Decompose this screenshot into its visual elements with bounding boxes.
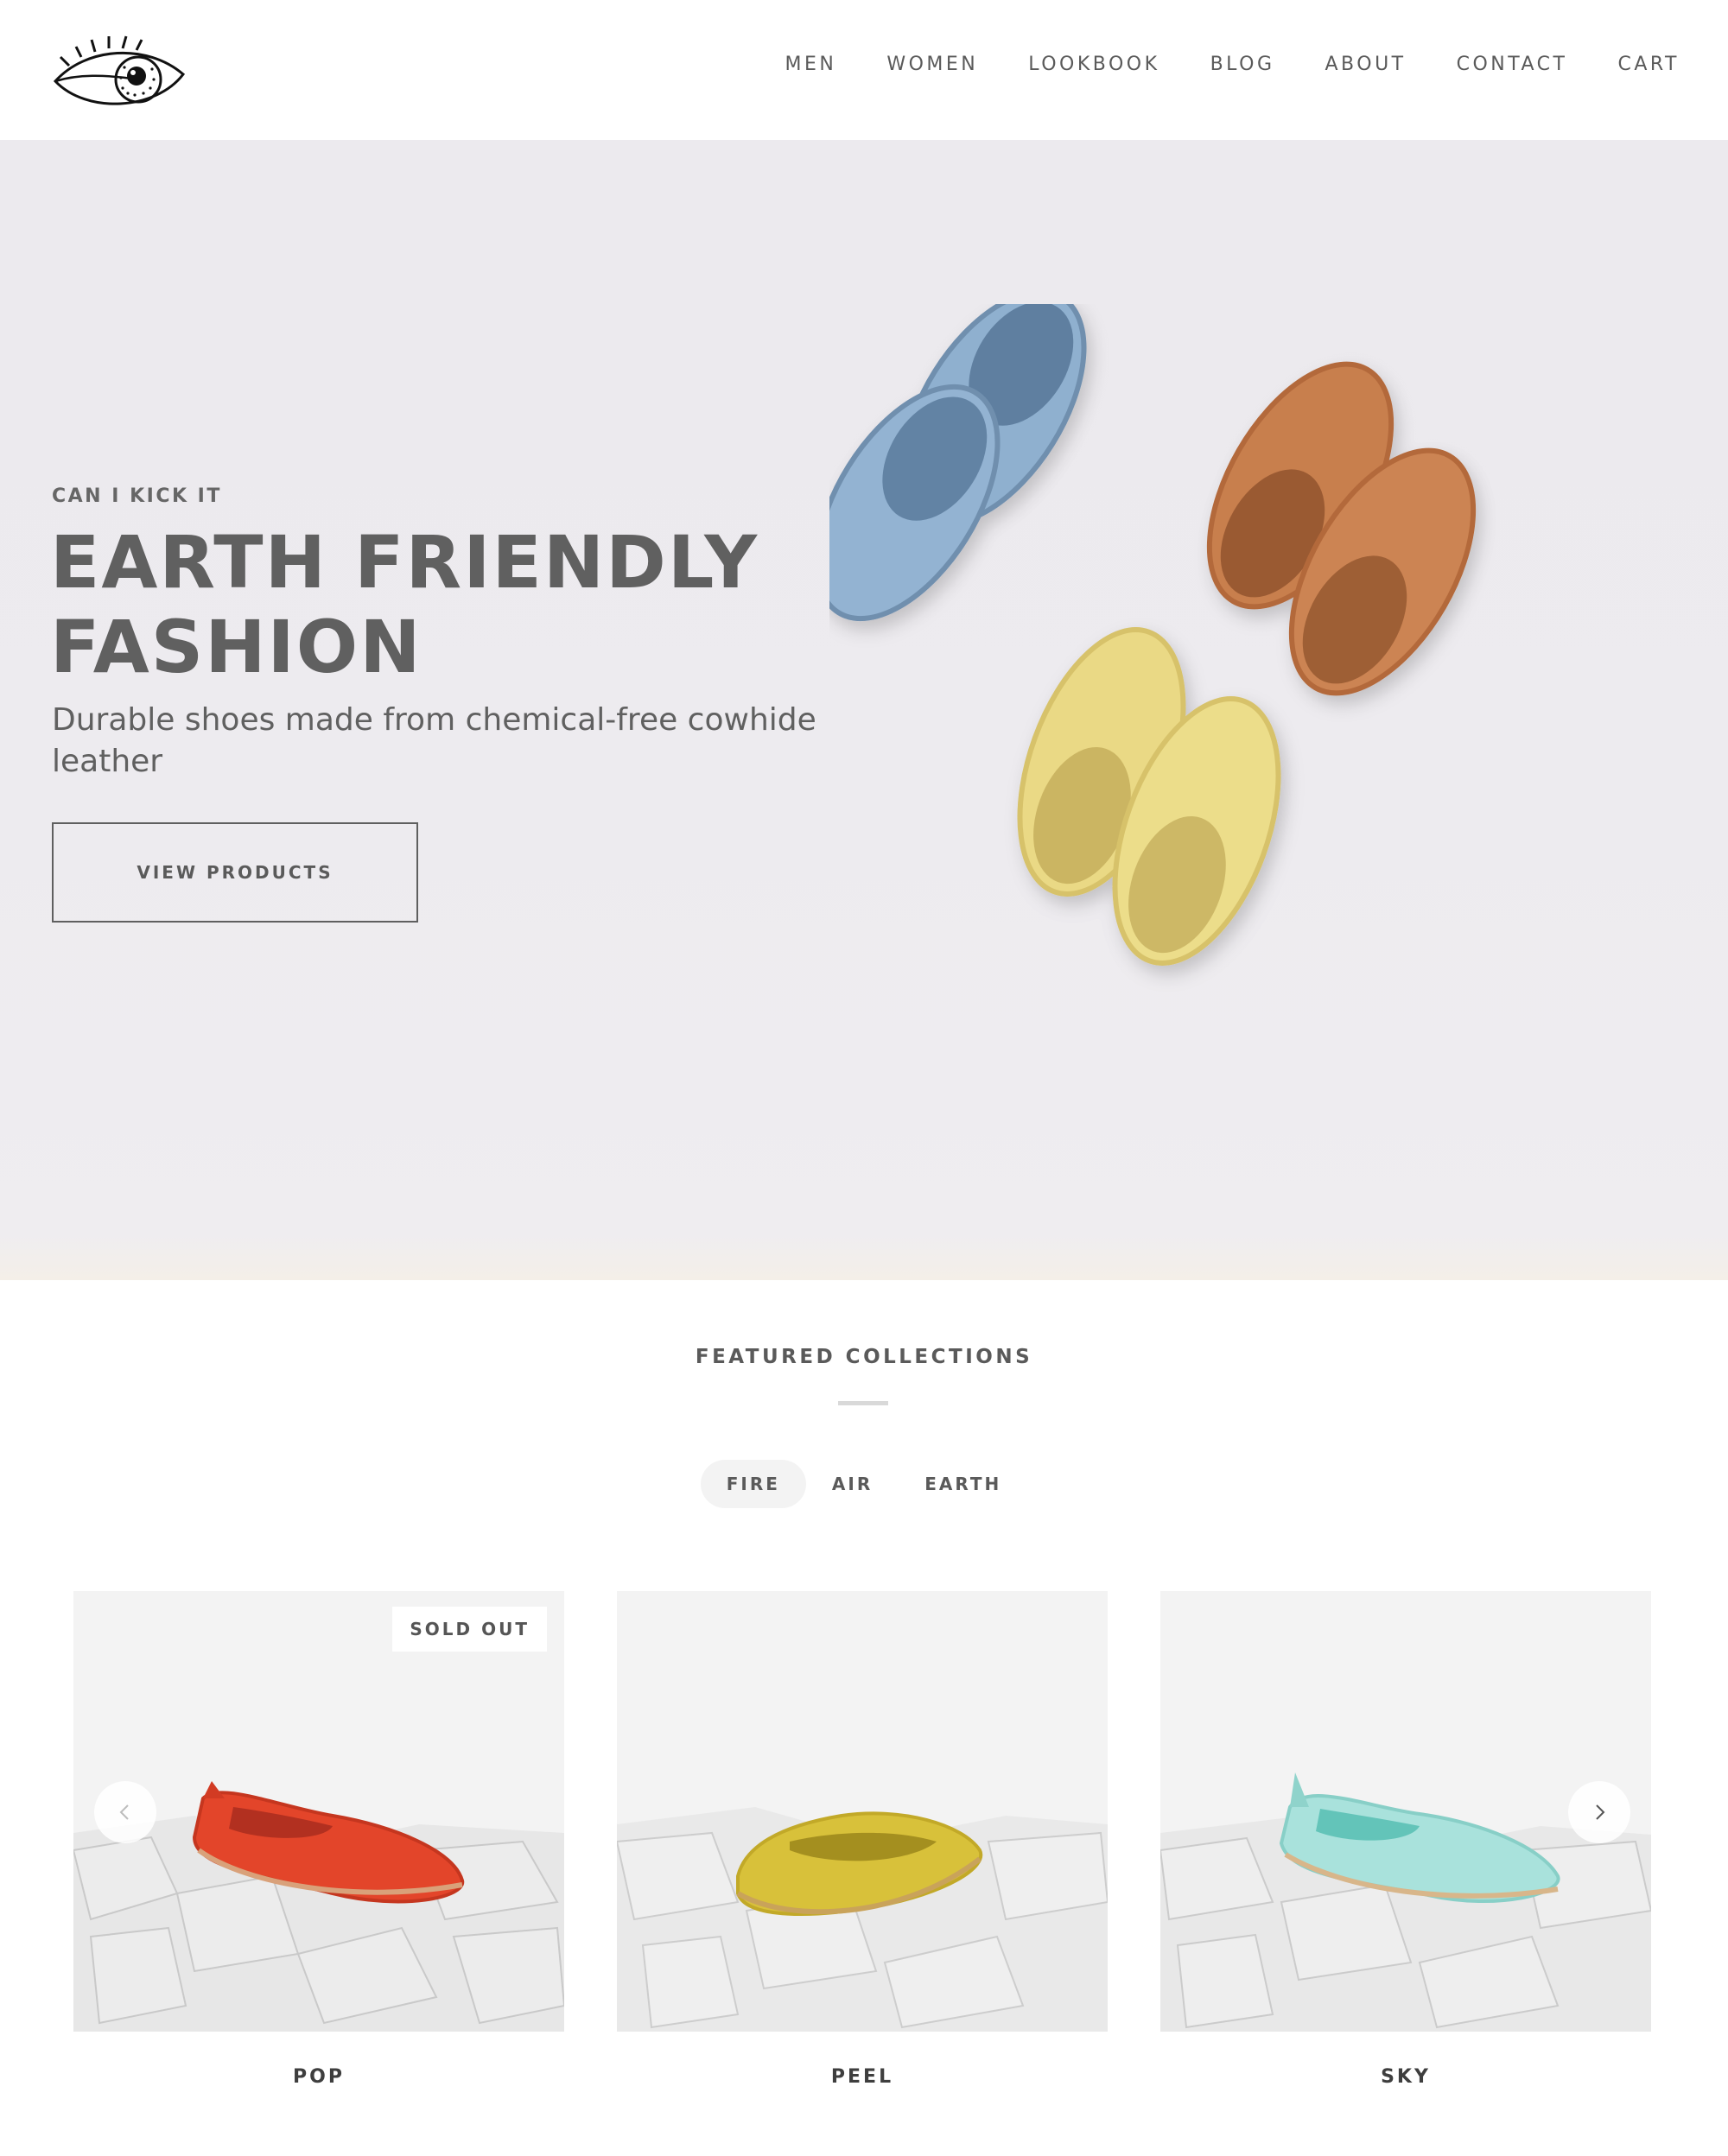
featured-collections-title: FEATURED COLLECTIONS [695,1346,1033,1368]
yellow-shoe-pair [1017,627,1281,966]
hero-title: EARTH FRIENDLY FASHION [50,520,828,689]
sold-out-badge: SOLD OUT [392,1607,547,1652]
carousel-prev-button[interactable] [94,1781,156,1843]
main-nav: MEN WOMEN LOOKBOOK BLOG ABOUT CONTACT CA… [734,54,1680,75]
nav-blog[interactable]: BLOG [1210,54,1275,75]
hero-title-line1: EARTH FRIENDLY [50,520,759,605]
product-card-pop[interactable]: SOLD OUT POP [73,1591,564,2088]
product-name[interactable]: POP [73,2066,564,2088]
nav-men[interactable]: MEN [785,54,836,75]
product-name[interactable]: SKY [1160,2066,1651,2088]
tan-shoe-pair [1206,361,1477,696]
product-card-sky[interactable]: SKY [1160,1591,1651,2088]
tab-air[interactable]: AIR [806,1460,899,1508]
hero-banner: CAN I KICK IT EARTH FRIENDLY FASHION Dur… [0,140,1728,1280]
eye-logo-icon[interactable] [52,31,187,111]
nav-lookbook[interactable]: LOOKBOOK [1028,54,1159,75]
nav-cart[interactable]: CART [1617,54,1680,75]
hero-title-line2: FASHION [50,605,422,689]
view-products-button[interactable]: VIEW PRODUCTS [52,822,418,923]
chevron-left-icon [119,1804,129,1820]
section-divider [838,1401,888,1405]
tab-fire[interactable]: FIRE [700,1460,806,1508]
product-image[interactable] [617,1591,1108,2032]
carousel-next-button[interactable] [1568,1781,1630,1843]
blue-shoe-pair [814,289,1087,622]
hero-eyebrow: CAN I KICK IT [52,485,222,507]
product-image[interactable] [1160,1591,1651,2032]
hero-subtitle: Durable shoes made from chemical-free co… [52,702,816,779]
nav-contact[interactable]: CONTACT [1457,54,1568,75]
nav-women[interactable]: WOMEN [886,54,978,75]
collection-tabs: FIRE AIR EARTH [0,1460,1728,1508]
nav-about[interactable]: ABOUT [1325,54,1407,75]
chevron-right-icon [1596,1804,1605,1820]
product-card-peel[interactable]: PEEL [617,1591,1108,2088]
tab-earth[interactable]: EARTH [899,1460,1027,1508]
hero-shoes-image [814,289,1659,1168]
product-image[interactable]: SOLD OUT [73,1591,564,2032]
site-header: MEN WOMEN LOOKBOOK BLOG ABOUT CONTACT CA… [0,0,1728,140]
product-name[interactable]: PEEL [617,2066,1108,2088]
